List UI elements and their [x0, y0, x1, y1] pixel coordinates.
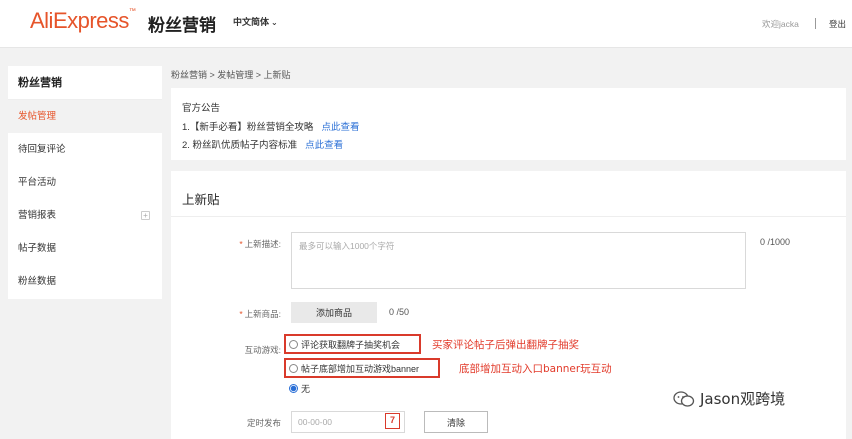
description-char-count: 0 /1000 [760, 237, 791, 247]
sidebar-item-pending-comments[interactable]: 待回复评论 [8, 133, 162, 166]
add-goods-button[interactable]: 添加商品 [291, 302, 377, 323]
radio-icon[interactable] [289, 340, 298, 349]
annotation-option-1: 买家评论帖子后弹出翻牌子抽奖 [432, 339, 579, 351]
language-selector[interactable]: 中文简体 ⌄ [233, 15, 278, 28]
notice-link-1[interactable]: 点此查看 [321, 122, 359, 133]
calendar-icon[interactable]: 7 [385, 413, 400, 429]
radio-checked-icon[interactable] [289, 384, 298, 393]
logout-link[interactable]: 登出 [829, 18, 846, 30]
notice-panel: 官方公告 1.【新手必看】粉丝营销全攻略 点此查看 2. 粉丝趴优质帖子内容标准点… [171, 88, 846, 160]
top-bar: AliExpress™ 粉丝营销 中文简体 ⌄ 欢迎jacka 登出 [0, 0, 852, 48]
sidebar: 粉丝营销 发帖管理 待回复评论 平台活动 营销报表 + 帖子数据 粉丝数据 [8, 66, 162, 299]
header-divider [815, 18, 816, 29]
goods-label: * 上新商品: [239, 309, 281, 319]
app-title: 粉丝营销 [148, 16, 216, 36]
sidebar-item-post-data[interactable]: 帖子数据 [8, 232, 162, 265]
form-divider [171, 216, 846, 217]
breadcrumb: 粉丝营销 > 发帖管理 > 上新贴 [171, 70, 291, 80]
radio-icon[interactable] [289, 364, 298, 373]
game-option-none[interactable]: 无 [289, 382, 310, 395]
form-title: 上新贴 [182, 193, 220, 207]
sidebar-title: 粉丝营销 [8, 66, 162, 100]
annotation-option-2: 底部增加互动入口banner玩互动 [459, 363, 612, 375]
welcome-text: 欢迎jacka [762, 19, 799, 29]
wechat-icon [673, 390, 695, 407]
goods-count: 0 /50 [389, 307, 410, 317]
sidebar-item-label: 营销报表 [18, 210, 57, 221]
clear-button[interactable]: 清除 [424, 411, 488, 433]
notice-line-1: 1.【新手必看】粉丝营销全攻略 点此查看 [182, 122, 360, 133]
watermark: Jason观跨境 [673, 388, 785, 409]
sidebar-item-marketing-reports[interactable]: 营销报表 + [8, 199, 162, 232]
notice-line-2: 2. 粉丝趴优质帖子内容标准 点此查看 [182, 140, 344, 151]
sidebar-item-post-management[interactable]: 发帖管理 [8, 100, 162, 133]
expand-plus-icon[interactable]: + [141, 211, 150, 220]
aliexpress-logo[interactable]: AliExpress™ [30, 8, 136, 34]
notice-title: 官方公告 [182, 103, 221, 114]
sidebar-item-platform-activities[interactable]: 平台活动 [8, 166, 162, 199]
schedule-label: 定时发布 [246, 418, 281, 428]
game-option-lottery[interactable]: 评论获取翻牌子抽奖机会 [289, 338, 400, 351]
chevron-down-icon: ⌄ [271, 18, 278, 27]
game-option-banner[interactable]: 帖子底部增加互动游戏banner [289, 362, 419, 375]
sidebar-item-fan-data[interactable]: 粉丝数据 [8, 265, 162, 298]
description-textarea[interactable]: 最多可以输入1000个字符 [291, 232, 746, 289]
game-label: 互动游戏: [244, 345, 281, 355]
description-label: * 上新描述: [239, 239, 281, 249]
notice-link-2[interactable]: 点此查看 [305, 140, 343, 151]
